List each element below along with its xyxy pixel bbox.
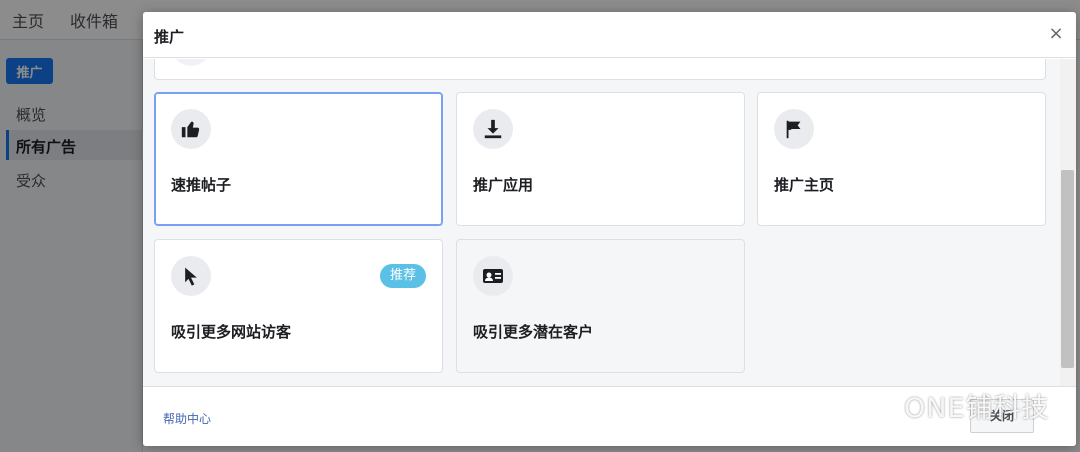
dialog-footer: 帮助中心 关闭: [143, 386, 1076, 446]
card-promote-app[interactable]: 推广应用: [456, 92, 745, 226]
card-boost-post[interactable]: 速推帖子: [154, 92, 443, 226]
contact-card-icon: [473, 256, 513, 296]
card-label-website-visitors: 吸引更多网站访客: [171, 323, 292, 341]
card-lead-generation[interactable]: 吸引更多潜在客户: [456, 239, 745, 373]
thumbs-up-icon: [171, 109, 211, 149]
dialog-header: 推广 ×: [143, 12, 1076, 58]
dialog-title: 推广: [154, 28, 185, 46]
download-icon: [473, 109, 513, 149]
card-promote-page[interactable]: 推广主页: [757, 92, 1046, 226]
dialog-body: 速推帖子 推广应用 推广主页 推荐 吸引更多网站访客 吸引更多潜在客户: [143, 59, 1076, 386]
close-button[interactable]: 关闭: [970, 399, 1034, 433]
dialog-scrollbar-thumb[interactable]: [1061, 170, 1074, 368]
promote-dialog: 推广 × 速推帖子 推广应用 推广主页 推荐 吸引更多网站访客 吸引更多潜在客户…: [143, 12, 1076, 446]
recommended-badge: 推荐: [379, 264, 426, 288]
help-center-link[interactable]: 帮助中心: [163, 410, 211, 427]
flag-icon: [774, 109, 814, 149]
partial-icon-circle: [171, 59, 211, 66]
card-label-promote-app: 推广应用: [473, 176, 534, 194]
card-website-visitors[interactable]: 推荐 吸引更多网站访客: [154, 239, 443, 373]
card-label-boost-post: 速推帖子: [171, 176, 232, 194]
card-label-lead-generation: 吸引更多潜在客户: [473, 323, 594, 341]
cursor-icon: [171, 256, 211, 296]
close-icon[interactable]: ×: [1046, 24, 1066, 44]
previous-card-partial[interactable]: [154, 59, 1046, 80]
card-label-promote-page: 推广主页: [774, 176, 835, 194]
